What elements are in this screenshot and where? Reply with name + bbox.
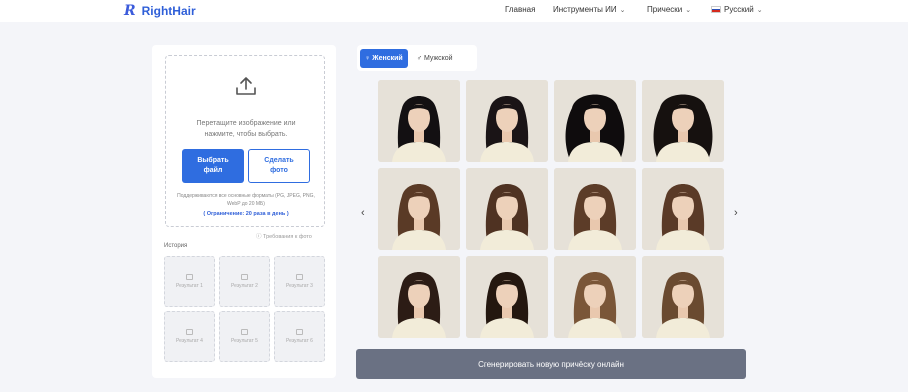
hairstyle-tile[interactable] xyxy=(554,256,636,338)
drop-zone[interactable]: Перетащите изображение или нажмите, чтоб… xyxy=(165,55,325,227)
daily-limit: ( Ограничение: 20 раза в день ) xyxy=(203,211,289,217)
history-slot-label: Результат 6 xyxy=(286,338,313,344)
nav-hairstyles-label: Прически xyxy=(647,5,683,14)
upload-icon xyxy=(236,77,256,95)
tab-male[interactable]: ♂ Мужской xyxy=(412,49,458,68)
chevron-down-icon: ⌄ xyxy=(685,6,692,14)
image-icon xyxy=(186,329,193,335)
history-slot[interactable]: Результат 5 xyxy=(219,311,270,362)
nav-home[interactable]: Главная xyxy=(505,5,535,14)
top-header: R RightHair Главная Инструменты ИИ ⌄ При… xyxy=(0,0,908,22)
generate-hairstyle-button[interactable]: Сгенерировать новую причёску онлайн xyxy=(356,349,746,379)
image-icon xyxy=(241,274,248,280)
history-slot-label: Результат 1 xyxy=(176,283,203,289)
language-label: Русский xyxy=(724,5,754,14)
image-icon xyxy=(296,329,303,335)
history-slot-label: Результат 4 xyxy=(176,338,203,344)
gender-tabs: ♀ Женский ♂ Мужской xyxy=(357,45,477,71)
history-slot[interactable]: Результат 6 xyxy=(274,311,325,362)
hairstyle-gallery xyxy=(378,80,724,338)
logo-mark-icon: R xyxy=(124,3,136,19)
hairstyle-tile[interactable] xyxy=(642,256,724,338)
select-file-button[interactable]: Выбрать файл xyxy=(182,149,244,183)
history-slot[interactable]: Результат 3 xyxy=(274,256,325,307)
image-icon xyxy=(241,329,248,335)
carousel-prev-icon[interactable]: ‹ xyxy=(361,207,365,219)
tab-male-label: Мужской xyxy=(423,54,453,62)
nav-home-label: Главная xyxy=(505,5,536,14)
male-icon: ♂ xyxy=(416,54,422,62)
language-selector[interactable]: Русский ⌄ xyxy=(711,5,763,14)
image-icon xyxy=(186,274,193,280)
take-photo-button[interactable]: Сделать фото xyxy=(248,149,310,183)
hairstyle-tile[interactable] xyxy=(642,168,724,250)
drop-instructions: Перетащите изображение или нажмите, чтоб… xyxy=(196,120,296,138)
nav-hairstyles[interactable]: Прически ⌄ xyxy=(647,5,691,14)
supported-formats: Поддерживаются все основные форматы (PG,… xyxy=(177,193,315,207)
photo-requirements-link[interactable]: ⓘ Требования к фото xyxy=(256,232,312,240)
image-icon xyxy=(296,274,303,280)
nav-ai-tools-label: Инструменты ИИ xyxy=(553,5,617,14)
hairstyle-tile[interactable] xyxy=(466,80,548,162)
history-slot-label: Результат 5 xyxy=(231,338,258,344)
history-grid: Результат 1 Результат 2 Результат 3 Резу… xyxy=(164,256,326,362)
hairstyle-tile[interactable] xyxy=(554,80,636,162)
russian-flag-icon xyxy=(711,6,721,13)
carousel-next-icon[interactable]: › xyxy=(734,207,738,219)
hairstyle-tile[interactable] xyxy=(642,80,724,162)
history-slot[interactable]: Результат 2 xyxy=(219,256,270,307)
history-title: История xyxy=(164,243,188,249)
female-icon: ♀ xyxy=(365,54,371,62)
tab-female[interactable]: ♀ Женский xyxy=(360,48,408,68)
tab-female-label: Женский xyxy=(372,54,403,62)
chevron-down-icon: ⌄ xyxy=(619,6,626,14)
history-slot[interactable]: Результат 4 xyxy=(164,311,215,362)
logo-text: RightHair xyxy=(141,4,196,18)
nav-ai-tools[interactable]: Инструменты ИИ ⌄ xyxy=(553,5,625,14)
hairstyle-tile[interactable] xyxy=(378,80,460,162)
hairstyle-tile[interactable] xyxy=(378,256,460,338)
hairstyle-tile[interactable] xyxy=(378,168,460,250)
chevron-down-icon: ⌄ xyxy=(756,6,763,14)
logo[interactable]: R RightHair xyxy=(124,3,196,19)
history-slot[interactable]: Результат 1 xyxy=(164,256,215,307)
hairstyle-tile[interactable] xyxy=(466,256,548,338)
upload-panel: Перетащите изображение или нажмите, чтоб… xyxy=(152,45,336,378)
history-slot-label: Результат 3 xyxy=(286,283,313,289)
hairstyle-tile[interactable] xyxy=(554,168,636,250)
history-slot-label: Результат 2 xyxy=(231,283,258,289)
hairstyle-tile[interactable] xyxy=(466,168,548,250)
